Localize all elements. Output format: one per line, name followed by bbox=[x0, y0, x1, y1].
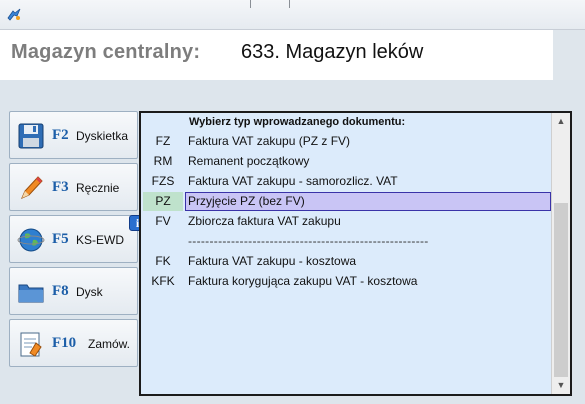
button-label: KS-EWD bbox=[76, 233, 124, 247]
key-label: F10 bbox=[52, 335, 77, 351]
doc-code: RM bbox=[153, 154, 173, 168]
vertical-scrollbar[interactable]: ▲ ▼ bbox=[551, 113, 570, 394]
folder-icon bbox=[18, 284, 44, 303]
doc-code: FZS bbox=[151, 174, 175, 188]
doc-name: Remanent początkowy bbox=[188, 154, 310, 168]
pencil-icon bbox=[21, 176, 43, 199]
doc-name: Faktura korygująca zakupu VAT - kosztowa bbox=[188, 274, 418, 288]
warehouse-name: 633. Magazyn leków bbox=[241, 41, 424, 63]
list-item-fzs[interactable]: FZS Faktura VAT zakupu - samorozlicz. VA… bbox=[141, 172, 551, 191]
button-label: Ręcznie bbox=[76, 181, 120, 195]
zamow-button[interactable]: F10 Zamów. bbox=[9, 319, 138, 367]
list-separator: ----------------------------------------… bbox=[141, 232, 551, 251]
order-form-icon bbox=[20, 332, 42, 357]
floppy-disk-icon bbox=[18, 123, 44, 149]
app-icon[interactable] bbox=[6, 8, 22, 22]
key-label: F3 bbox=[52, 179, 69, 195]
doc-code: KFK bbox=[151, 274, 175, 288]
doc-code: FK bbox=[155, 254, 171, 268]
button-label: Dyskietka bbox=[76, 129, 129, 143]
warehouse-header: Magazyn centralny: 633. Magazyn leków bbox=[0, 30, 585, 80]
list-item-fz[interactable]: FZ Faktura VAT zakupu (PZ z FV) bbox=[141, 132, 551, 151]
doc-code: FV bbox=[155, 214, 171, 228]
warehouse-label: Magazyn centralny: bbox=[11, 41, 201, 63]
frame-edge bbox=[289, 0, 290, 8]
globe-icon bbox=[17, 228, 45, 252]
list-item-fk[interactable]: FK Faktura VAT zakupu - kosztowa bbox=[141, 252, 551, 271]
doc-name: Faktura VAT zakupu - kosztowa bbox=[188, 254, 357, 268]
list-item-kfk[interactable]: KFK Faktura korygująca zakupu VAT - kosz… bbox=[141, 272, 551, 291]
doc-code: FZ bbox=[155, 134, 171, 148]
popup-title: Wybierz typ wprowadzanego dokumentu: bbox=[189, 116, 406, 128]
doc-code: PZ bbox=[155, 194, 171, 208]
frame-edge bbox=[250, 0, 251, 8]
document-type-popup: Wybierz typ wprowadzanego dokumentu: FZ … bbox=[139, 111, 572, 396]
scroll-up-icon[interactable]: ▲ bbox=[552, 113, 570, 130]
document-type-list: Wybierz typ wprowadzanego dokumentu: FZ … bbox=[141, 113, 551, 394]
button-label: Zamów. bbox=[88, 337, 131, 351]
button-label: Dysk bbox=[76, 285, 103, 299]
header-right-area bbox=[553, 30, 585, 80]
key-label: F5 bbox=[52, 231, 69, 247]
ks-ewd-button[interactable]: F5 KS-EWD i bbox=[9, 215, 146, 263]
list-item-fv[interactable]: FV Zbiorcza faktura VAT zakupu bbox=[141, 212, 551, 231]
list-item-pz-selected[interactable]: PZ Przyjęcie PZ (bez FV) bbox=[141, 192, 551, 211]
key-label: F2 bbox=[52, 127, 69, 143]
scrollbar-thumb[interactable] bbox=[554, 203, 568, 377]
doc-name: Faktura VAT zakupu (PZ z FV) bbox=[188, 134, 351, 148]
dyskietka-button[interactable]: F2 Dyskietka bbox=[9, 111, 138, 159]
doc-name: Zbiorcza faktura VAT zakupu bbox=[188, 214, 341, 228]
key-label: F8 bbox=[52, 283, 69, 299]
title-bar bbox=[0, 0, 585, 30]
doc-name: Przyjęcie PZ (bez FV) bbox=[188, 194, 305, 208]
list-item-rm[interactable]: RM Remanent początkowy bbox=[141, 152, 551, 171]
recznie-button[interactable]: F3 Ręcznie bbox=[9, 163, 138, 211]
dysk-button[interactable]: F8 Dysk bbox=[9, 267, 138, 315]
separator-line: ----------------------------------------… bbox=[188, 234, 429, 248]
doc-name: Faktura VAT zakupu - samorozlicz. VAT bbox=[188, 174, 398, 188]
scroll-down-icon[interactable]: ▼ bbox=[552, 377, 570, 394]
